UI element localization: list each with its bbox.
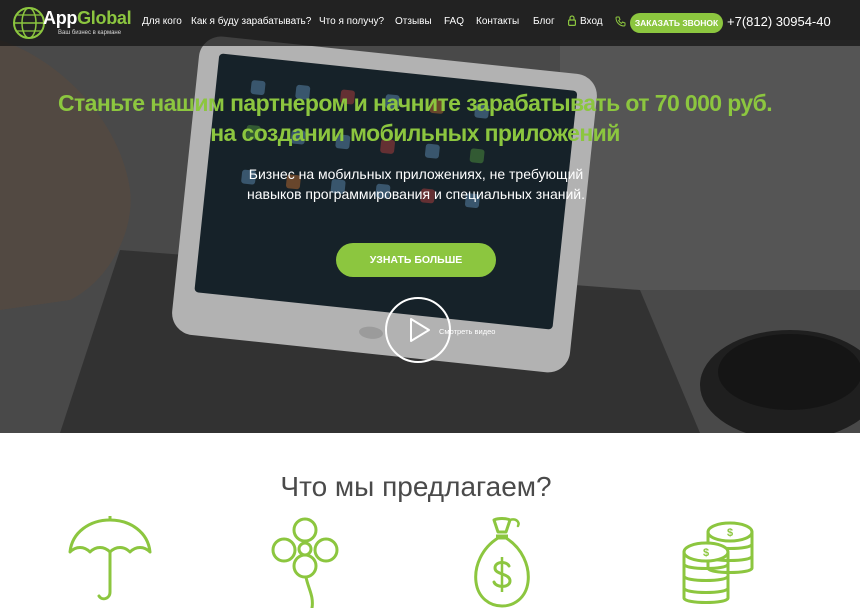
nav-item-contacts[interactable]: Контакты: [476, 16, 519, 27]
svg-text:$: $: [727, 527, 733, 539]
nav-item-reviews[interactable]: Отзывы: [395, 16, 432, 27]
hero-title-line-2: на создании мобильных приложений: [210, 120, 620, 146]
lock-icon: [568, 15, 576, 26]
order-call-button[interactable]: ЗАКАЗАТЬ ЗВОНОК: [630, 13, 723, 33]
hero-overlay: [0, 0, 860, 433]
clover-icon: [271, 517, 339, 608]
logo-name-main: App: [43, 8, 78, 28]
phone-icon: [615, 16, 626, 27]
nav-item-for-whom[interactable]: Для кого: [142, 16, 182, 27]
nav-item-how-earn[interactable]: Как я буду зарабатывать?: [191, 16, 311, 27]
logo-tagline: Ваш бизнес в кармане: [58, 30, 122, 36]
logo-name-accent: Global: [77, 8, 132, 28]
play-icon: [410, 318, 430, 342]
hero-title-line-1: Станьте нашим партнером и начните зараба…: [57, 90, 773, 116]
hero-title: Станьте нашим партнером и начните зараба…: [0, 88, 830, 148]
hero-subtitle: Бизнес на мобильных приложениях, не треб…: [0, 164, 832, 204]
header-bar: AppGlobal Ваш бизнес в кармане Для кого …: [0, 0, 860, 46]
learn-more-button[interactable]: УЗНАТЬ БОЛЬШЕ: [336, 243, 496, 277]
hero-subtitle-line-1: Бизнес на мобильных приложениях, не треб…: [248, 166, 584, 182]
logo[interactable]: AppGlobal Ваш бизнес в кармане: [12, 4, 132, 42]
hero-subtitle-line-2: навыков программирования и специальных з…: [246, 186, 586, 202]
nav-item-faq[interactable]: FAQ: [444, 16, 464, 27]
nav-item-login[interactable]: Вход: [580, 16, 603, 27]
umbrella-icon: [68, 516, 152, 601]
money-bag-icon: [474, 517, 530, 608]
nav-item-what-get[interactable]: Что я получу?: [319, 16, 384, 27]
hero-section: [0, 0, 860, 433]
phone-number[interactable]: +7(812) 30954-40: [727, 14, 831, 29]
nav-item-blog[interactable]: Блог: [533, 16, 555, 27]
watch-video-link[interactable]: Смотреть видео: [439, 327, 495, 336]
svg-text:$: $: [703, 547, 709, 559]
logo-name: AppGlobal: [43, 8, 132, 29]
coins-stack-icon: $ $: [682, 521, 754, 604]
offers-heading: Что мы предлагаем?: [280, 471, 552, 502]
